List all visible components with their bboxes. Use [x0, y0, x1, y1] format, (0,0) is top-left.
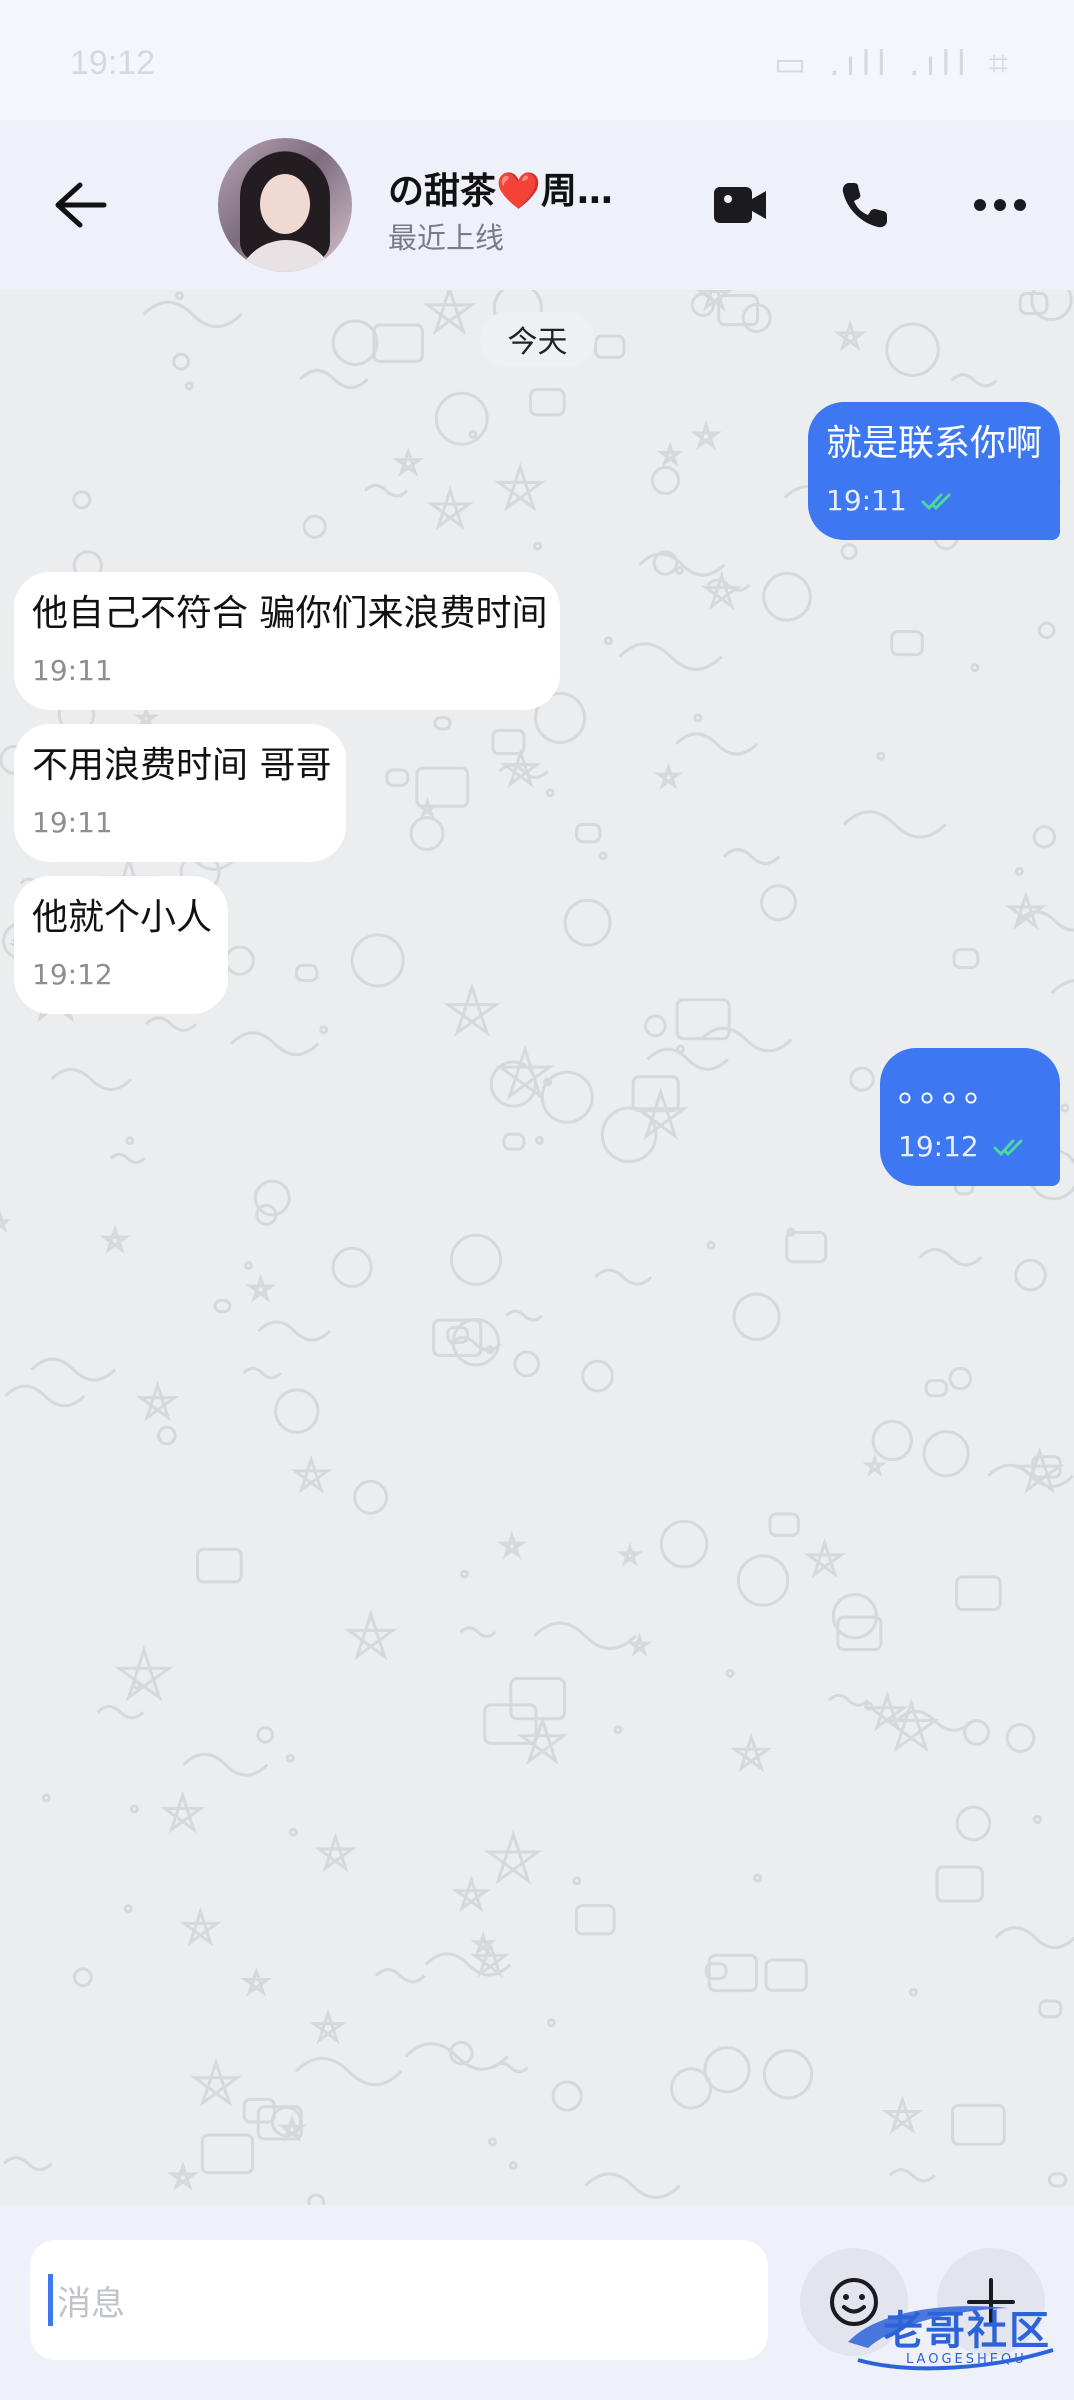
- message-time: 19:12: [898, 1130, 979, 1163]
- date-label: 今天: [507, 325, 568, 360]
- voice-call-button[interactable]: [825, 165, 905, 245]
- message-bubble-outgoing[interactable]: 。。。。 19:12: [880, 1048, 1060, 1186]
- more-dots-icon: [974, 199, 1026, 211]
- message-time: 19:11: [826, 484, 907, 517]
- arrow-left-icon: [55, 182, 107, 228]
- double-check-icon: [993, 1139, 1023, 1156]
- watermark-subtext: LAOGESHEQU: [906, 2352, 1027, 2367]
- site-watermark: 老哥社区 LAOGESHEQU: [838, 2290, 1068, 2380]
- contact-avatar[interactable]: [218, 138, 352, 272]
- message-bubble-incoming[interactable]: 不用浪费时间 哥哥 19:11: [14, 724, 346, 862]
- message-bubble-outgoing[interactable]: 就是联系你啊 19:11: [808, 402, 1060, 540]
- message-text: 就是联系你啊: [826, 423, 1043, 464]
- status-icons: ▭ .ıll .ıll ⌗: [774, 44, 1014, 84]
- watermark-text: 老哥社区: [883, 2308, 1051, 2354]
- chat-header: の甜茶❤️周… 最近上线: [0, 120, 1074, 290]
- video-call-button[interactable]: [700, 165, 780, 245]
- message-time: 19:11: [32, 654, 113, 687]
- message-bubble-incoming[interactable]: 他自己不符合 骗你们来浪费时间 19:11: [14, 572, 560, 710]
- video-camera-icon: [714, 187, 766, 223]
- message-text: 他就个小人: [32, 897, 213, 938]
- message-input-placeholder: 消息: [57, 2283, 125, 2324]
- contact-name[interactable]: の甜茶❤️周…: [388, 162, 613, 214]
- last-seen-status: 最近上线: [388, 221, 505, 255]
- status-bar: 19:12 ▭ .ıll .ıll ⌗: [0, 0, 1074, 120]
- back-button[interactable]: [40, 165, 120, 245]
- message-list[interactable]: 今天 就是联系你啊 19:11 他自己不符合 骗你们来浪费时间 19:11 不用…: [0, 290, 1074, 2205]
- message-time: 19:12: [32, 958, 113, 991]
- text-cursor: [48, 2274, 53, 2326]
- message-time: 19:11: [32, 806, 113, 839]
- message-input[interactable]: 消息: [30, 2240, 768, 2360]
- status-time: 19:12: [70, 44, 156, 82]
- double-check-icon: [921, 493, 951, 510]
- message-text: 不用浪费时间 哥哥: [32, 745, 332, 786]
- message-bubble-incoming[interactable]: 他就个小人 19:12: [14, 876, 228, 1014]
- message-text: 他自己不符合 骗你们来浪费时间: [32, 593, 548, 634]
- phone-icon: [842, 183, 887, 228]
- date-separator: 今天: [480, 312, 595, 366]
- more-options-button[interactable]: [960, 165, 1040, 245]
- message-text: 。。。。: [898, 1069, 1005, 1110]
